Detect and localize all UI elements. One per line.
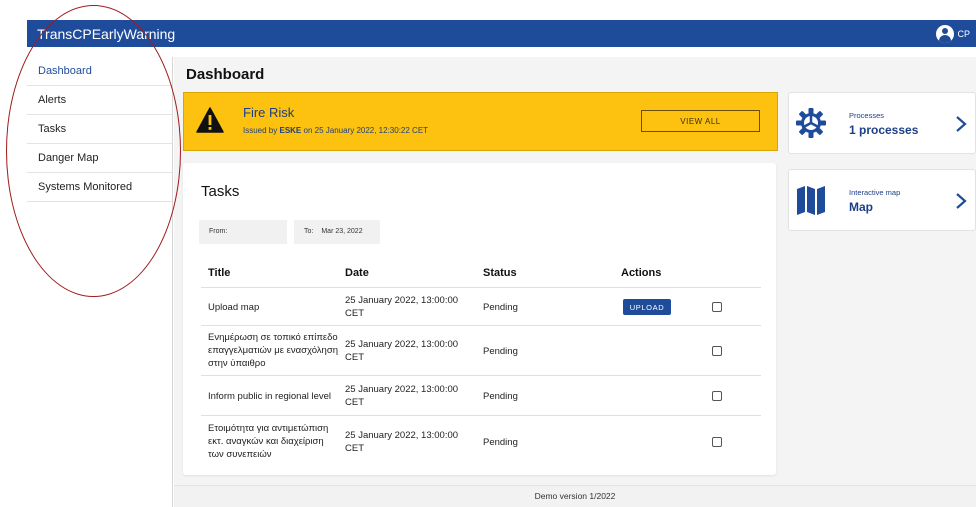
alert-title: Fire Risk <box>243 105 295 120</box>
user-initials: CP <box>957 28 970 39</box>
chevron-right-icon[interactable] <box>955 115 967 133</box>
table-row: Inform public in regional level 25 Janua… <box>201 375 761 415</box>
to-label: To: <box>304 228 314 235</box>
column-header-status: Status <box>483 267 517 279</box>
from-label: From: <box>209 228 228 235</box>
gear-icon <box>796 108 826 138</box>
task-checkbox[interactable] <box>712 391 722 401</box>
sidebar-item-tasks[interactable]: Tasks <box>27 115 172 144</box>
alert-banner: Fire Risk Issued by ESKE on 25 January 2… <box>183 92 778 151</box>
app-title[interactable]: TransCPEarlyWarning <box>37 26 175 42</box>
task-status: Pending <box>483 437 518 448</box>
sidebar: Dashboard Alerts Tasks Danger Map System… <box>27 57 173 507</box>
column-header-title: Title <box>208 267 231 279</box>
map-value: Map <box>849 200 873 214</box>
task-date: 25 January 2022, 13:00:00 CET <box>345 339 459 363</box>
task-date: 25 January 2022, 13:00:00 CET <box>345 295 459 319</box>
warning-triangle-icon <box>196 107 224 133</box>
task-checkbox[interactable] <box>712 437 722 447</box>
tasks-title: Tasks <box>201 183 240 200</box>
task-title: Ετοιμότητα για αντιμετώπιση εκτ. αναγκών… <box>208 423 329 460</box>
to-date-value: Mar 23, 2022 <box>321 228 363 235</box>
task-title: Ενημέρωση σε τοπικό επίπεδο επαγγελματιώ… <box>208 332 338 369</box>
map-label: Interactive map <box>849 188 901 197</box>
task-status: Pending <box>483 391 518 402</box>
sidebar-item-dashboard[interactable]: Dashboard <box>27 57 172 86</box>
view-all-button[interactable]: VIEW ALL <box>641 110 760 132</box>
task-status: Pending <box>483 346 518 357</box>
task-checkbox[interactable] <box>712 302 722 312</box>
interactive-map-card[interactable]: Interactive map Map <box>788 169 976 231</box>
processes-label: Processes <box>849 111 885 120</box>
map-icon <box>797 186 825 215</box>
alert-issued-text: Issued by ESKE on 25 January 2022, 12:30… <box>243 126 429 135</box>
sidebar-item-danger-map[interactable]: Danger Map <box>27 144 172 173</box>
task-status: Pending <box>483 302 518 313</box>
processes-value: 1 processes <box>849 123 919 137</box>
from-date-field[interactable]: From: <box>199 220 287 244</box>
sidebar-item-alerts[interactable]: Alerts <box>27 86 172 115</box>
table-row: Ετοιμότητα για αντιμετώπιση εκτ. αναγκών… <box>201 415 761 465</box>
user-menu[interactable]: CP <box>936 24 970 43</box>
task-title: Upload map <box>208 302 260 313</box>
processes-card[interactable]: Processes 1 processes <box>788 92 976 154</box>
app-window: TransCPEarlyWarning CP Dashboard Alerts … <box>0 0 976 507</box>
sidebar-item-systems-monitored[interactable]: Systems Monitored <box>27 173 172 202</box>
footer: Demo version 1/2022 <box>174 485 976 507</box>
upload-button[interactable]: UPLOAD <box>623 299 671 315</box>
task-date: 25 January 2022, 13:00:00 CET <box>345 430 459 454</box>
column-header-actions: Actions <box>621 267 662 279</box>
top-bar: TransCPEarlyWarning CP <box>27 20 976 47</box>
page-title: Dashboard <box>186 66 265 83</box>
task-date: 25 January 2022, 13:00:00 CET <box>345 384 459 408</box>
user-avatar-icon <box>936 24 955 43</box>
task-title: Inform public in regional level <box>208 391 332 402</box>
tasks-card: Tasks From: To: Mar 23, 2022 Title Date S… <box>183 163 776 475</box>
chevron-right-icon[interactable] <box>955 192 967 210</box>
column-header-date: Date <box>345 267 369 279</box>
table-row: Ενημέρωση σε τοπικό επίπεδο επαγγελματιώ… <box>201 325 761 375</box>
to-date-field[interactable]: To: Mar 23, 2022 <box>294 220 380 244</box>
main-content: Dashboard Fire Risk Issued by ESKE on 25… <box>174 57 976 485</box>
task-checkbox[interactable] <box>712 346 722 356</box>
table-row: Upload map 25 January 2022, 13:00:00 CET… <box>201 287 761 325</box>
alert-issuer: ESKE <box>279 126 302 135</box>
footer-version: Demo version 1/2022 <box>534 491 616 501</box>
